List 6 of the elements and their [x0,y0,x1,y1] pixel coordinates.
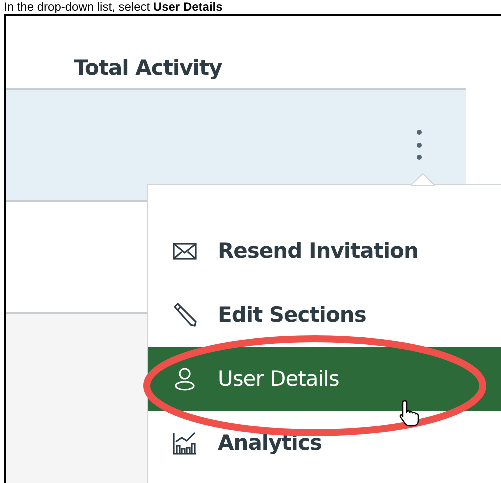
column-header: Total Activity [74,56,222,80]
instruction-text: In the drop-down list, select User Details [3,0,224,14]
pencil-icon [172,302,198,328]
menu-item[interactable]: User Details [148,347,501,411]
hand-cursor-icon [398,399,422,427]
chart-icon [172,430,198,456]
